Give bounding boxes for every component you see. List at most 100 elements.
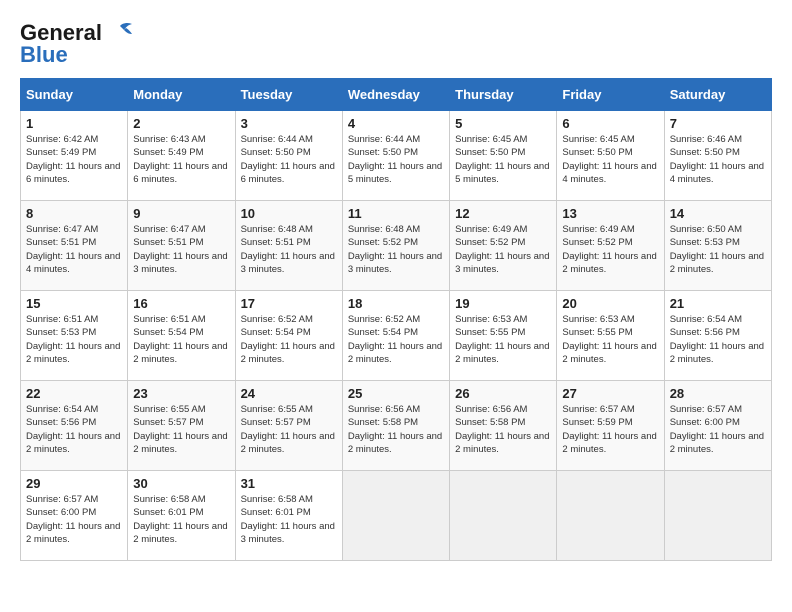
logo: General Blue [20,20,136,68]
calendar-day-cell: 16 Sunrise: 6:51 AMSunset: 5:54 PMDaylig… [128,291,235,381]
day-number: 7 [670,116,766,131]
day-info: Sunrise: 6:53 AMSunset: 5:55 PMDaylight:… [455,313,551,366]
day-number: 29 [26,476,122,491]
day-number: 13 [562,206,658,221]
day-info: Sunrise: 6:55 AMSunset: 5:57 PMDaylight:… [133,403,229,456]
day-number: 20 [562,296,658,311]
calendar-day-cell: 12 Sunrise: 6:49 AMSunset: 5:52 PMDaylig… [450,201,557,291]
calendar-day-cell: 4 Sunrise: 6:44 AMSunset: 5:50 PMDayligh… [342,111,449,201]
calendar-day-cell: 1 Sunrise: 6:42 AMSunset: 5:49 PMDayligh… [21,111,128,201]
day-number: 18 [348,296,444,311]
calendar-day-cell: 25 Sunrise: 6:56 AMSunset: 5:58 PMDaylig… [342,381,449,471]
day-info: Sunrise: 6:47 AMSunset: 5:51 PMDaylight:… [133,223,229,276]
header-sunday: Sunday [21,79,128,111]
day-number: 17 [241,296,337,311]
header-tuesday: Tuesday [235,79,342,111]
calendar-day-cell: 3 Sunrise: 6:44 AMSunset: 5:50 PMDayligh… [235,111,342,201]
day-info: Sunrise: 6:42 AMSunset: 5:49 PMDaylight:… [26,133,122,186]
calendar-day-cell [664,471,771,561]
day-number: 10 [241,206,337,221]
day-info: Sunrise: 6:57 AMSunset: 6:00 PMDaylight:… [670,403,766,456]
calendar-week-row: 29 Sunrise: 6:57 AMSunset: 6:00 PMDaylig… [21,471,772,561]
day-info: Sunrise: 6:57 AMSunset: 5:59 PMDaylight:… [562,403,658,456]
day-info: Sunrise: 6:45 AMSunset: 5:50 PMDaylight:… [562,133,658,186]
day-info: Sunrise: 6:48 AMSunset: 5:51 PMDaylight:… [241,223,337,276]
day-info: Sunrise: 6:46 AMSunset: 5:50 PMDaylight:… [670,133,766,186]
day-number: 6 [562,116,658,131]
calendar-day-cell [342,471,449,561]
calendar-week-row: 8 Sunrise: 6:47 AMSunset: 5:51 PMDayligh… [21,201,772,291]
day-number: 2 [133,116,229,131]
calendar-day-cell: 21 Sunrise: 6:54 AMSunset: 5:56 PMDaylig… [664,291,771,381]
day-number: 12 [455,206,551,221]
day-info: Sunrise: 6:53 AMSunset: 5:55 PMDaylight:… [562,313,658,366]
day-number: 21 [670,296,766,311]
calendar-day-cell: 9 Sunrise: 6:47 AMSunset: 5:51 PMDayligh… [128,201,235,291]
calendar-day-cell: 20 Sunrise: 6:53 AMSunset: 5:55 PMDaylig… [557,291,664,381]
day-info: Sunrise: 6:45 AMSunset: 5:50 PMDaylight:… [455,133,551,186]
calendar-day-cell: 19 Sunrise: 6:53 AMSunset: 5:55 PMDaylig… [450,291,557,381]
day-info: Sunrise: 6:56 AMSunset: 5:58 PMDaylight:… [348,403,444,456]
day-info: Sunrise: 6:51 AMSunset: 5:54 PMDaylight:… [133,313,229,366]
day-number: 5 [455,116,551,131]
calendar-day-cell: 2 Sunrise: 6:43 AMSunset: 5:49 PMDayligh… [128,111,235,201]
day-number: 31 [241,476,337,491]
day-info: Sunrise: 6:44 AMSunset: 5:50 PMDaylight:… [241,133,337,186]
calendar-day-cell: 11 Sunrise: 6:48 AMSunset: 5:52 PMDaylig… [342,201,449,291]
day-number: 24 [241,386,337,401]
day-number: 11 [348,206,444,221]
calendar-day-cell: 27 Sunrise: 6:57 AMSunset: 5:59 PMDaylig… [557,381,664,471]
header-wednesday: Wednesday [342,79,449,111]
day-number: 14 [670,206,766,221]
calendar-day-cell: 31 Sunrise: 6:58 AMSunset: 6:01 PMDaylig… [235,471,342,561]
calendar-day-cell: 23 Sunrise: 6:55 AMSunset: 5:57 PMDaylig… [128,381,235,471]
day-info: Sunrise: 6:58 AMSunset: 6:01 PMDaylight:… [241,493,337,546]
calendar-day-cell: 18 Sunrise: 6:52 AMSunset: 5:54 PMDaylig… [342,291,449,381]
day-number: 9 [133,206,229,221]
calendar-table: SundayMondayTuesdayWednesdayThursdayFrid… [20,78,772,561]
header-friday: Friday [557,79,664,111]
logo-blue: Blue [20,42,68,68]
calendar-day-cell: 14 Sunrise: 6:50 AMSunset: 5:53 PMDaylig… [664,201,771,291]
calendar-day-cell: 10 Sunrise: 6:48 AMSunset: 5:51 PMDaylig… [235,201,342,291]
header-monday: Monday [128,79,235,111]
calendar-week-row: 1 Sunrise: 6:42 AMSunset: 5:49 PMDayligh… [21,111,772,201]
calendar-week-row: 15 Sunrise: 6:51 AMSunset: 5:53 PMDaylig… [21,291,772,381]
day-info: Sunrise: 6:58 AMSunset: 6:01 PMDaylight:… [133,493,229,546]
day-number: 15 [26,296,122,311]
calendar-day-cell: 6 Sunrise: 6:45 AMSunset: 5:50 PMDayligh… [557,111,664,201]
calendar-day-cell [450,471,557,561]
day-info: Sunrise: 6:49 AMSunset: 5:52 PMDaylight:… [455,223,551,276]
calendar-day-cell: 5 Sunrise: 6:45 AMSunset: 5:50 PMDayligh… [450,111,557,201]
day-number: 30 [133,476,229,491]
day-info: Sunrise: 6:48 AMSunset: 5:52 PMDaylight:… [348,223,444,276]
day-info: Sunrise: 6:52 AMSunset: 5:54 PMDaylight:… [241,313,337,366]
day-number: 28 [670,386,766,401]
calendar-day-cell: 8 Sunrise: 6:47 AMSunset: 5:51 PMDayligh… [21,201,128,291]
day-number: 22 [26,386,122,401]
day-number: 1 [26,116,122,131]
day-info: Sunrise: 6:47 AMSunset: 5:51 PMDaylight:… [26,223,122,276]
day-info: Sunrise: 6:50 AMSunset: 5:53 PMDaylight:… [670,223,766,276]
day-number: 25 [348,386,444,401]
calendar-day-cell: 13 Sunrise: 6:49 AMSunset: 5:52 PMDaylig… [557,201,664,291]
calendar-week-row: 22 Sunrise: 6:54 AMSunset: 5:56 PMDaylig… [21,381,772,471]
calendar-day-cell: 17 Sunrise: 6:52 AMSunset: 5:54 PMDaylig… [235,291,342,381]
calendar-day-cell [557,471,664,561]
day-number: 26 [455,386,551,401]
day-number: 16 [133,296,229,311]
day-info: Sunrise: 6:44 AMSunset: 5:50 PMDaylight:… [348,133,444,186]
day-info: Sunrise: 6:54 AMSunset: 5:56 PMDaylight:… [670,313,766,366]
page-header: General Blue [20,20,772,68]
day-info: Sunrise: 6:43 AMSunset: 5:49 PMDaylight:… [133,133,229,186]
calendar-day-cell: 26 Sunrise: 6:56 AMSunset: 5:58 PMDaylig… [450,381,557,471]
day-info: Sunrise: 6:51 AMSunset: 5:53 PMDaylight:… [26,313,122,366]
header-thursday: Thursday [450,79,557,111]
calendar-day-cell: 24 Sunrise: 6:55 AMSunset: 5:57 PMDaylig… [235,381,342,471]
calendar-header-row: SundayMondayTuesdayWednesdayThursdayFrid… [21,79,772,111]
day-number: 23 [133,386,229,401]
day-info: Sunrise: 6:57 AMSunset: 6:00 PMDaylight:… [26,493,122,546]
day-info: Sunrise: 6:56 AMSunset: 5:58 PMDaylight:… [455,403,551,456]
day-number: 8 [26,206,122,221]
day-number: 4 [348,116,444,131]
